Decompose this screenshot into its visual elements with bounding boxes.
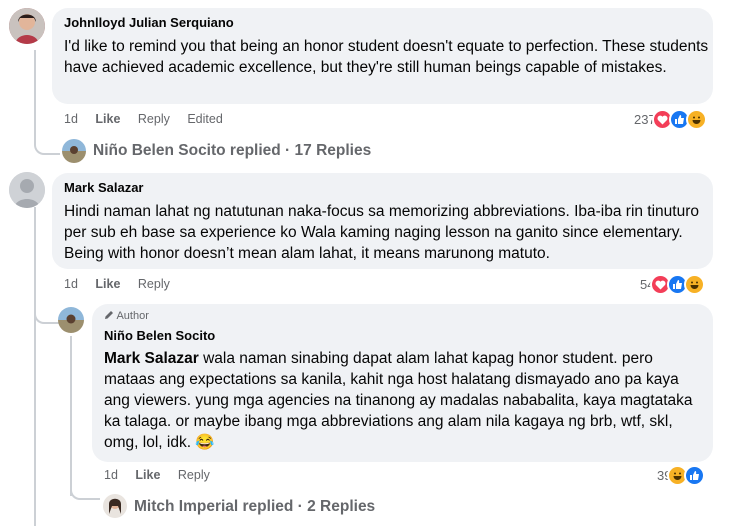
comment-time[interactable]: 1d [64,277,78,291]
thread-line [34,50,36,143]
thread-connector [34,308,60,324]
thread-connector [70,484,100,500]
reply-actions: 1d Like Reply [104,468,224,482]
avatar[interactable] [9,8,45,44]
comment-time[interactable]: 1d [64,112,78,126]
reply-preview-avatar [62,139,86,163]
author-badge: Author [104,310,149,322]
thread-connector [34,141,60,155]
avatar[interactable] [9,172,45,208]
mention-link[interactable]: Mark Salazar [104,350,199,367]
reply-button[interactable]: Reply [178,468,210,482]
view-replies-link[interactable]: Mitch Imperial replied · 2 Replies [134,498,375,516]
thread-line [34,207,36,526]
comment-bubble: Mark Salazar Hindi naman lahat ng natutu… [52,173,713,269]
comment-actions: 1d Like Reply [64,277,184,291]
reply-time[interactable]: 1d [104,468,118,482]
reply-button[interactable]: Reply [138,277,170,291]
haha-reaction-icon [684,274,706,295]
edited-label: Edited [187,112,223,126]
reply-bubble: Author Niño Belen Socito Mark Salazar wa… [92,304,713,462]
pencil-icon [105,311,113,319]
view-replies-link[interactable]: Niño Belen Socito replied · 17 Replies [93,142,371,160]
comment-text: I'd like to remind you that being an hon… [64,38,709,76]
reply-preview-avatar [103,494,127,518]
like-button[interactable]: Like [95,112,120,126]
reactions-summary[interactable]: 54 [640,274,706,295]
comment-text: Hindi naman lahat ng natutunan naka-focu… [64,203,700,262]
reactions-summary[interactable]: 39 [657,465,706,486]
reactions-summary[interactable]: 237 [634,109,707,130]
comment-bubble: Johnlloyd Julian Serquiano I'd like to r… [52,8,713,104]
haha-reaction-icon [685,109,707,130]
like-reaction-icon [684,465,706,486]
comment-actions: 1d Like Reply Edited [64,112,237,126]
author-badge-label: Author [116,310,149,322]
comment-author[interactable]: Mark Salazar [64,180,144,195]
reply-button[interactable]: Reply [138,112,170,126]
thread-line [70,336,72,496]
avatar[interactable] [58,307,84,333]
laughing-emoji: 😂 [195,434,215,451]
comment-author[interactable]: Johnlloyd Julian Serquiano [64,15,234,30]
reply-text: Mark Salazar wala naman sinabing dapat a… [104,348,704,453]
like-button[interactable]: Like [135,468,160,482]
like-button[interactable]: Like [95,277,120,291]
reply-author[interactable]: Niño Belen Socito [104,328,215,343]
